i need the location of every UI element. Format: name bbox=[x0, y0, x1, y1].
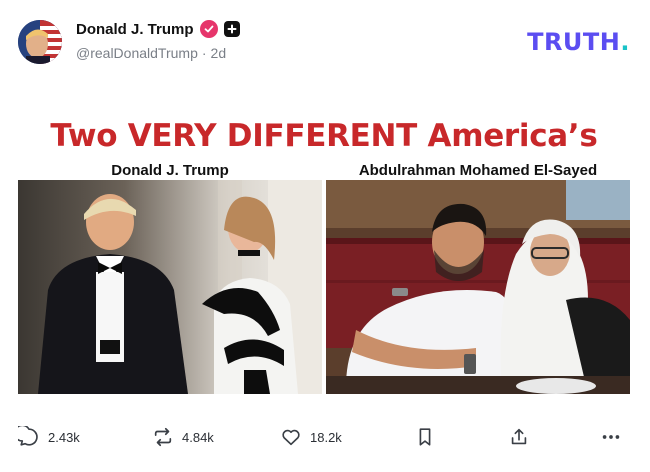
action-bar: 2.43k 4.84k 18.2k bbox=[18, 426, 630, 456]
retruth-icon bbox=[152, 426, 174, 448]
like-icon bbox=[280, 426, 302, 448]
brand-text: TRUTH bbox=[527, 28, 621, 56]
verified-icon bbox=[199, 20, 218, 38]
post-card: Donald J. Trump @realDonaldTrump · 2d TR… bbox=[0, 0, 650, 472]
share-button[interactable] bbox=[508, 426, 530, 448]
share-icon bbox=[508, 426, 530, 448]
post-image[interactable]: Two VERY DIFFERENT America’s Donald J. T… bbox=[18, 98, 630, 400]
bookmark-icon bbox=[414, 426, 436, 448]
reply-count: 2.43k bbox=[48, 429, 80, 445]
author-name[interactable]: Donald J. Trump bbox=[76, 21, 194, 38]
author-row: Donald J. Trump bbox=[76, 20, 240, 38]
like-button[interactable]: 18.2k bbox=[280, 426, 342, 448]
retruth-button[interactable]: 4.84k bbox=[152, 426, 214, 448]
more-icon bbox=[600, 426, 622, 448]
left-photo bbox=[18, 180, 322, 394]
right-photo bbox=[326, 180, 630, 394]
post-meta: @realDonaldTrump · 2d bbox=[76, 45, 226, 61]
image-headline: Two VERY DIFFERENT America’s bbox=[50, 118, 598, 154]
reply-icon bbox=[18, 426, 40, 448]
reply-button[interactable]: 2.43k bbox=[18, 426, 80, 448]
right-caption: Abdulrahman Mohamed El-Sayed bbox=[358, 162, 598, 179]
bookmark-button[interactable] bbox=[414, 426, 436, 448]
like-count: 18.2k bbox=[310, 429, 342, 445]
avatar[interactable] bbox=[18, 20, 62, 64]
post-timestamp[interactable]: 2d bbox=[211, 45, 227, 61]
retruth-count: 4.84k bbox=[182, 429, 214, 445]
author-handle[interactable]: @realDonaldTrump bbox=[76, 45, 198, 61]
left-caption: Donald J. Trump bbox=[111, 162, 229, 179]
truth-logo: TRUTH. bbox=[527, 28, 630, 56]
plus-badge-icon bbox=[223, 21, 240, 37]
more-button[interactable] bbox=[600, 426, 622, 448]
meta-separator: · bbox=[201, 45, 207, 61]
brand-dot: . bbox=[620, 28, 630, 56]
